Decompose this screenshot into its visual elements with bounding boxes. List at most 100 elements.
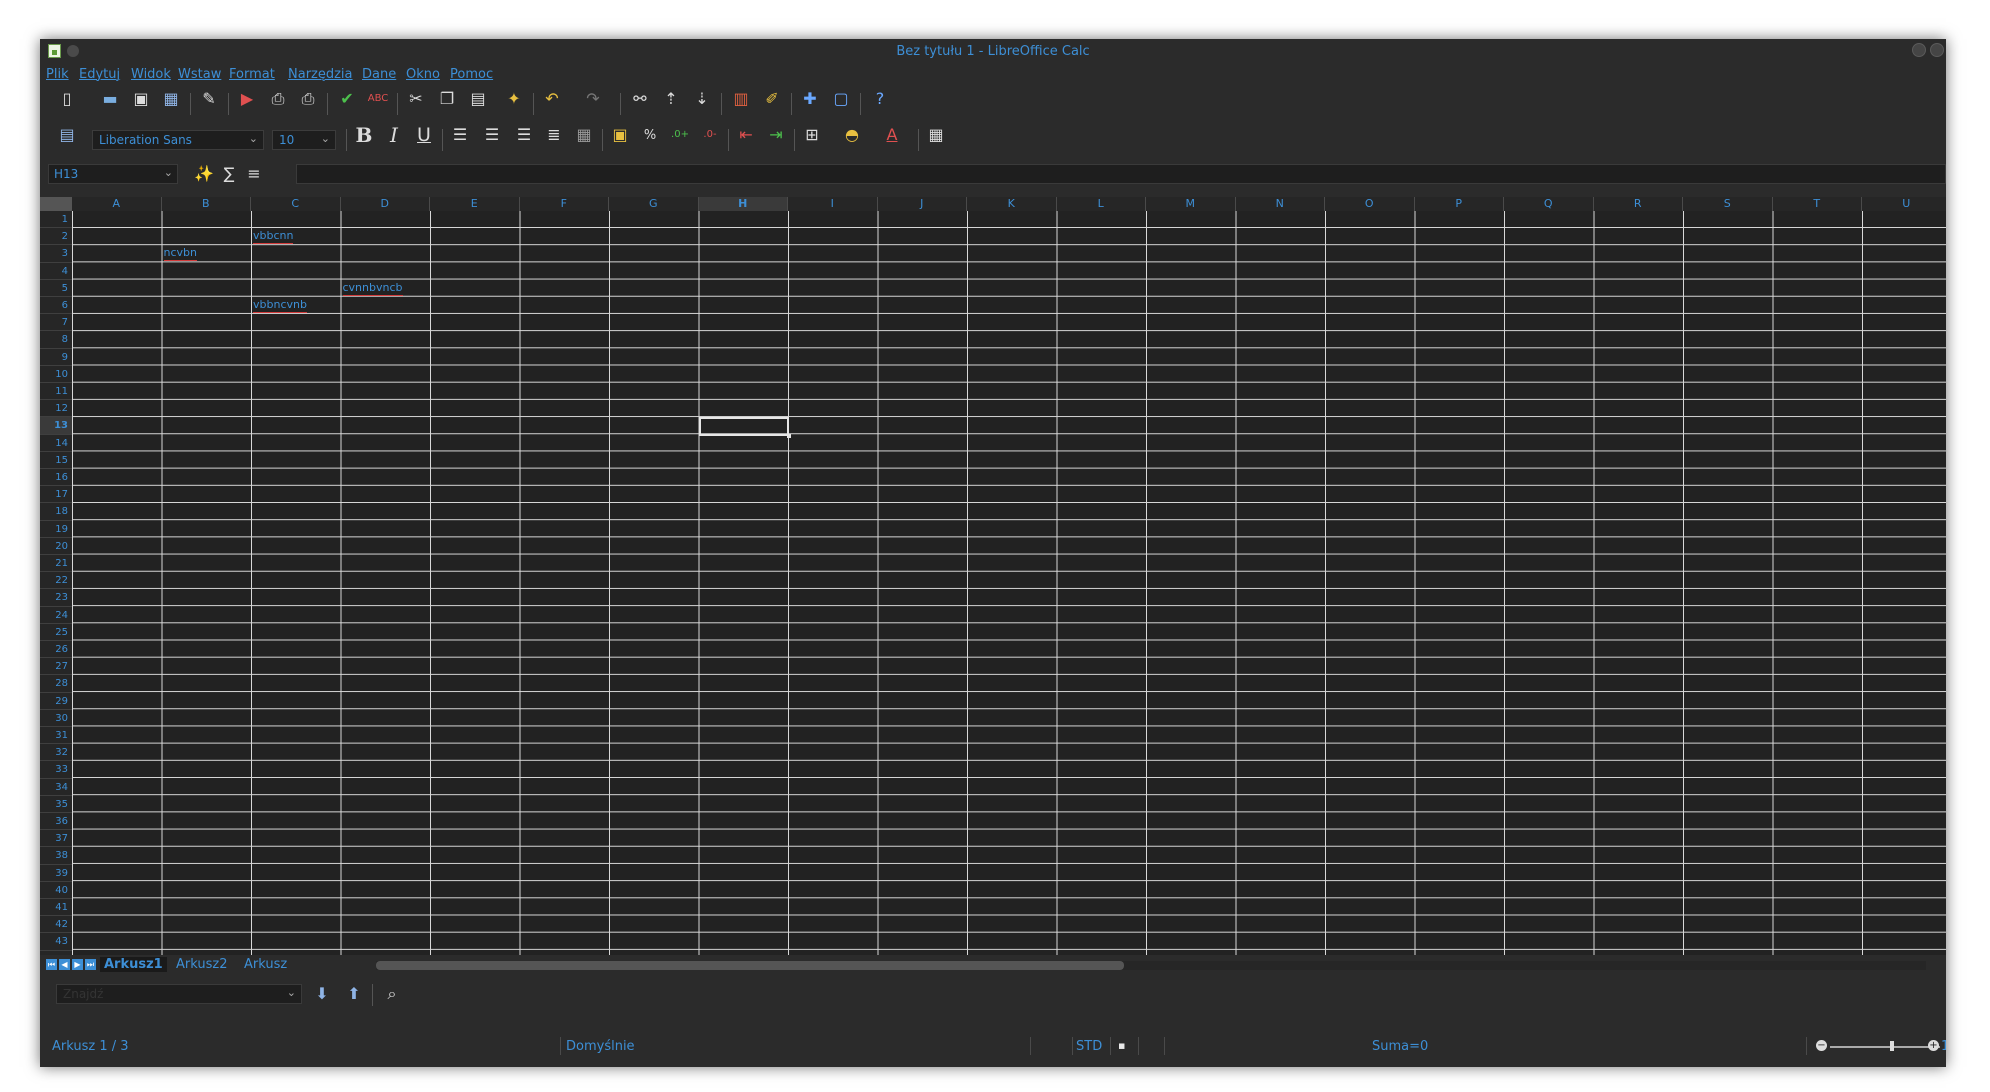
row-header-7[interactable]: 7 — [40, 314, 72, 332]
active-cell-cursor[interactable] — [698, 417, 791, 438]
borders-icon[interactable]: ⊞ — [800, 123, 824, 147]
first-sheet-icon[interactable]: ⏮ — [46, 959, 57, 970]
align-right-icon[interactable]: ☰ — [512, 123, 536, 147]
column-header-t[interactable]: T — [1772, 197, 1862, 211]
copy-icon[interactable]: ❐ — [435, 87, 459, 111]
cell-b3[interactable]: ncvbn — [163, 246, 197, 262]
row-header-20[interactable]: 20 — [40, 537, 72, 555]
cut-icon[interactable]: ✂ — [404, 87, 428, 111]
currency-icon[interactable]: ▣ — [608, 123, 632, 147]
menu-plik[interactable]: Plik — [46, 67, 69, 82]
cell-c6[interactable]: vbbncvnb — [253, 298, 307, 313]
row-header-25[interactable]: 25 — [40, 623, 72, 641]
row-header-2[interactable]: 2 — [40, 228, 72, 246]
menu-format[interactable]: Format — [229, 67, 275, 82]
decrease-indent-icon[interactable]: ⇤ — [734, 123, 758, 147]
column-header-q[interactable]: Q — [1504, 197, 1594, 211]
row-header-31[interactable]: 31 — [40, 727, 72, 745]
row-header-26[interactable]: 26 — [40, 641, 72, 659]
formula-input[interactable] — [296, 164, 1946, 184]
underline-icon[interactable]: U — [412, 123, 436, 147]
row-header-39[interactable]: 39 — [40, 864, 72, 882]
row-header-11[interactable]: 11 — [40, 383, 72, 401]
font-size-combo[interactable]: 10 ⌄ — [272, 130, 336, 150]
sheet-tab-arkusz1[interactable]: Arkusz1 — [100, 957, 167, 972]
row-header-41[interactable]: 41 — [40, 899, 72, 917]
spellcheck-icon[interactable]: ✔ — [335, 87, 359, 111]
row-header-38[interactable]: 38 — [40, 847, 72, 865]
function-icon[interactable]: ≡ — [242, 162, 266, 186]
column-header-f[interactable]: F — [519, 197, 609, 211]
row-header-8[interactable]: 8 — [40, 331, 72, 349]
row-header-23[interactable]: 23 — [40, 589, 72, 607]
column-header-a[interactable]: A — [72, 197, 162, 211]
font-name-combo[interactable]: Liberation Sans ⌄ — [92, 130, 264, 150]
row-header-28[interactable]: 28 — [40, 675, 72, 693]
column-header-h[interactable]: H — [698, 197, 788, 211]
print-icon[interactable]: ⎙ — [296, 87, 320, 111]
prev-sheet-icon[interactable]: ◀ — [59, 959, 70, 970]
zoom-slider-knob[interactable] — [1890, 1041, 1894, 1051]
hyperlink-icon[interactable]: ⚯ — [628, 87, 652, 111]
column-header-l[interactable]: L — [1056, 197, 1146, 211]
delete-decimal-icon[interactable]: .0- — [698, 123, 722, 147]
column-header-c[interactable]: C — [251, 197, 341, 211]
scrollbar-thumb[interactable] — [376, 961, 1124, 970]
row-header-13[interactable]: 13 — [40, 417, 72, 435]
column-header-k[interactable]: K — [967, 197, 1057, 211]
zoom-in-icon[interactable]: + — [1928, 1040, 1939, 1051]
save-icon[interactable]: ▣ — [129, 87, 153, 111]
next-sheet-icon[interactable]: ▶ — [72, 959, 83, 970]
column-header-o[interactable]: O — [1325, 197, 1415, 211]
print-direct-icon[interactable]: ⎙ — [266, 87, 290, 111]
sort-ascending-icon[interactable]: ⇡ — [659, 87, 683, 111]
row-header-33[interactable]: 33 — [40, 761, 72, 779]
row-header-29[interactable]: 29 — [40, 692, 72, 710]
column-header-s[interactable]: S — [1683, 197, 1773, 211]
column-header-n[interactable]: N — [1235, 197, 1325, 211]
column-header-r[interactable]: R — [1593, 197, 1683, 211]
chart-icon[interactable]: ▥ — [729, 87, 753, 111]
cell-area[interactable]: vbbcnn ncvbn cvnnbvncb vbbncvnb — [72, 211, 1946, 955]
close-window-icon[interactable] — [1930, 43, 1944, 57]
selection-mode[interactable]: STD — [1076, 1039, 1102, 1054]
row-header-36[interactable]: 36 — [40, 813, 72, 831]
new-icon[interactable]: ▯ — [55, 87, 79, 111]
sum-icon[interactable]: ∑ — [217, 162, 241, 186]
row-header-43[interactable]: 43 — [40, 933, 72, 951]
styles-icon[interactable]: ▤ — [55, 123, 79, 147]
row-header-32[interactable]: 32 — [40, 744, 72, 762]
clone-formatting-icon[interactable]: ✦ — [502, 87, 526, 111]
menu-widok[interactable]: Widok — [131, 67, 171, 82]
row-header-30[interactable]: 30 — [40, 709, 72, 727]
italic-icon[interactable]: I — [382, 123, 406, 147]
row-header-9[interactable]: 9 — [40, 348, 72, 366]
row-header-17[interactable]: 17 — [40, 486, 72, 504]
row-header-3[interactable]: 3 — [40, 245, 72, 263]
row-header-24[interactable]: 24 — [40, 606, 72, 624]
row-header-18[interactable]: 18 — [40, 503, 72, 521]
cell-d5[interactable]: cvnnbvncb — [342, 281, 403, 296]
row-header-42[interactable]: 42 — [40, 916, 72, 934]
page-style[interactable]: Domyślnie — [566, 1039, 635, 1054]
draw-functions-icon[interactable]: ✐ — [760, 87, 784, 111]
row-header-34[interactable]: 34 — [40, 778, 72, 796]
menu-narzedzia[interactable]: Narzędzia — [288, 67, 353, 82]
menu-wstaw[interactable]: Wstaw — [178, 67, 221, 82]
horizontal-scrollbar[interactable] — [376, 961, 1926, 970]
menu-okno[interactable]: Okno — [406, 67, 440, 82]
row-header-40[interactable]: 40 — [40, 881, 72, 899]
redo-icon[interactable]: ↷ — [581, 87, 605, 111]
name-box[interactable]: H13 ⌄ — [48, 164, 178, 184]
find-previous-icon[interactable]: ⬆ — [342, 982, 366, 1006]
minimize-icon[interactable] — [1912, 43, 1926, 57]
row-header-5[interactable]: 5 — [40, 279, 72, 297]
font-color-icon[interactable]: A — [880, 123, 904, 147]
row-header-22[interactable]: 22 — [40, 572, 72, 590]
row-header-14[interactable]: 14 — [40, 434, 72, 452]
column-header-d[interactable]: D — [340, 197, 430, 211]
justify-icon[interactable]: ≣ — [542, 123, 566, 147]
align-center-icon[interactable]: ☰ — [480, 123, 504, 147]
menu-edytuj[interactable]: Edytuj — [79, 67, 120, 82]
row-header-6[interactable]: 6 — [40, 297, 72, 315]
